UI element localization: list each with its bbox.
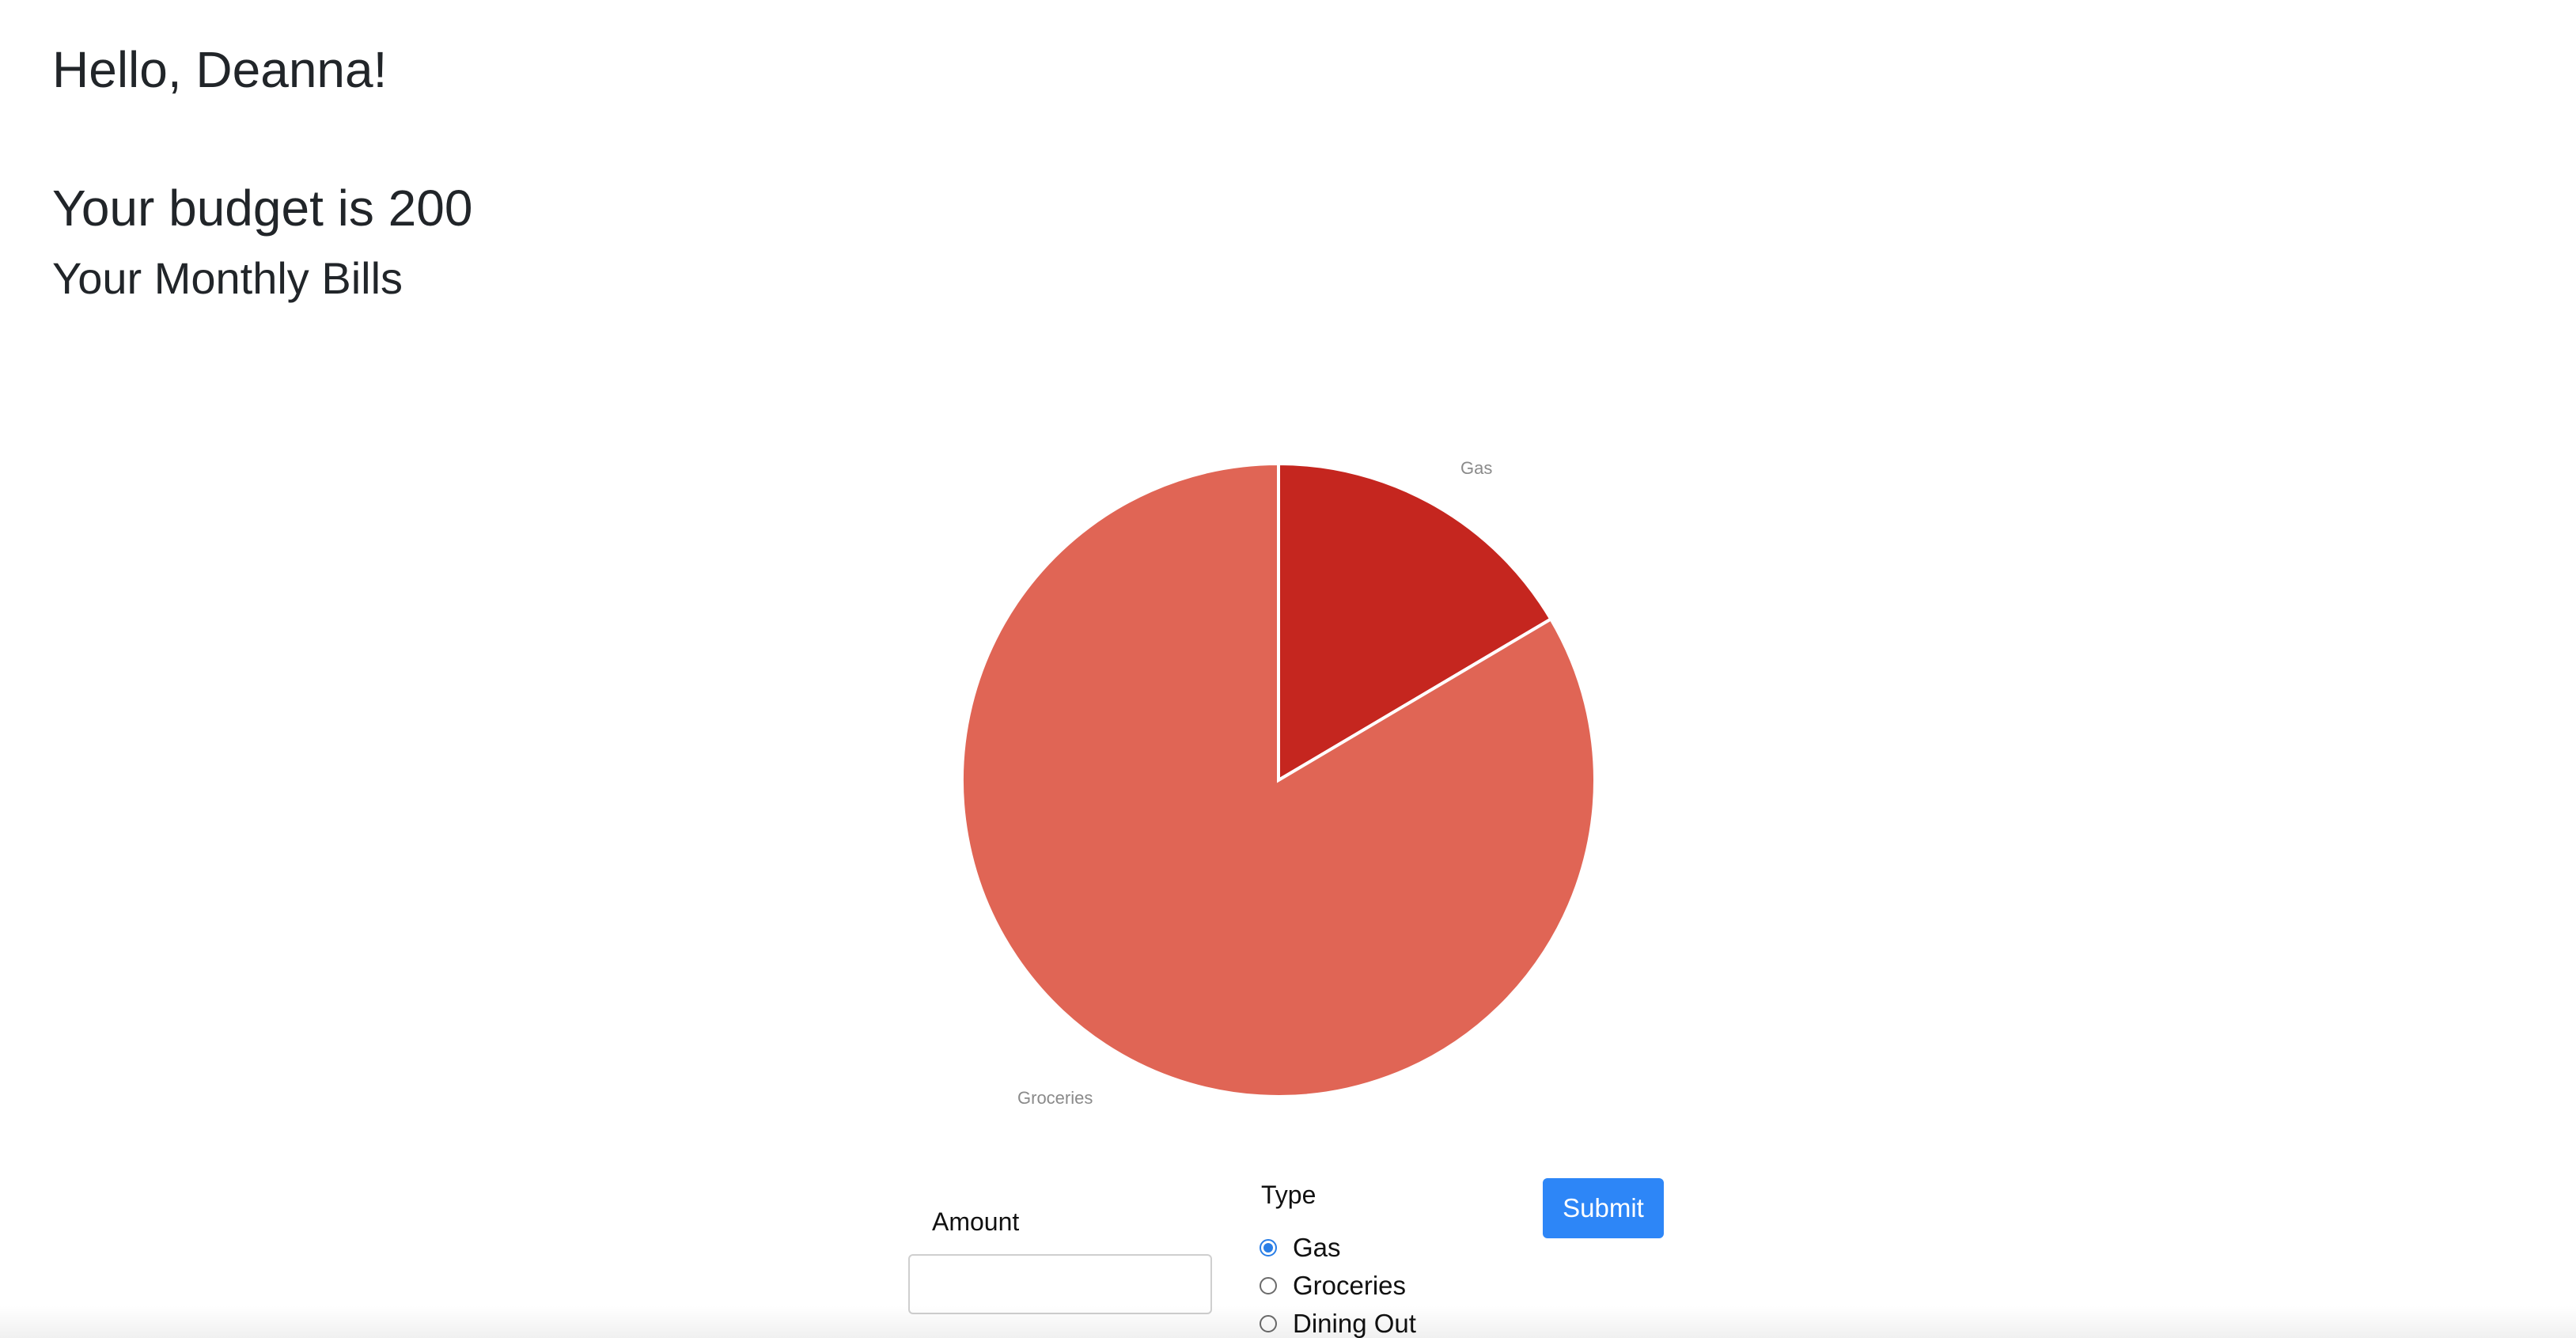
pie-label-gas: Gas [1460, 458, 1492, 478]
radio-option-gas[interactable]: Gas [1260, 1233, 1341, 1263]
radio-option-groceries[interactable]: Groceries [1260, 1271, 1406, 1301]
monthly-bills-heading: Your Monthly Bills [52, 253, 403, 303]
greeting-heading: Hello, Deanna! [52, 41, 388, 98]
amount-label: Amount [932, 1207, 1020, 1236]
pie-label-groceries: Groceries [1017, 1088, 1093, 1108]
type-label: Type [1261, 1181, 1316, 1209]
amount-input[interactable] [908, 1254, 1212, 1314]
submit-button[interactable]: Submit [1543, 1178, 1664, 1238]
radio-dining-out[interactable] [1260, 1315, 1277, 1332]
budget-heading: Your budget is 200 [52, 180, 473, 237]
radio-option-dining-out[interactable]: Dining Out [1260, 1309, 1416, 1338]
radio-gas[interactable] [1260, 1239, 1277, 1257]
page: Hello, Deanna! Your budget is 200 Your M… [0, 0, 2576, 1338]
radio-label-gas: Gas [1293, 1233, 1341, 1262]
radio-label-dining-out: Dining Out [1293, 1309, 1416, 1338]
radio-groceries[interactable] [1260, 1277, 1277, 1294]
radio-label-groceries: Groceries [1293, 1271, 1407, 1300]
